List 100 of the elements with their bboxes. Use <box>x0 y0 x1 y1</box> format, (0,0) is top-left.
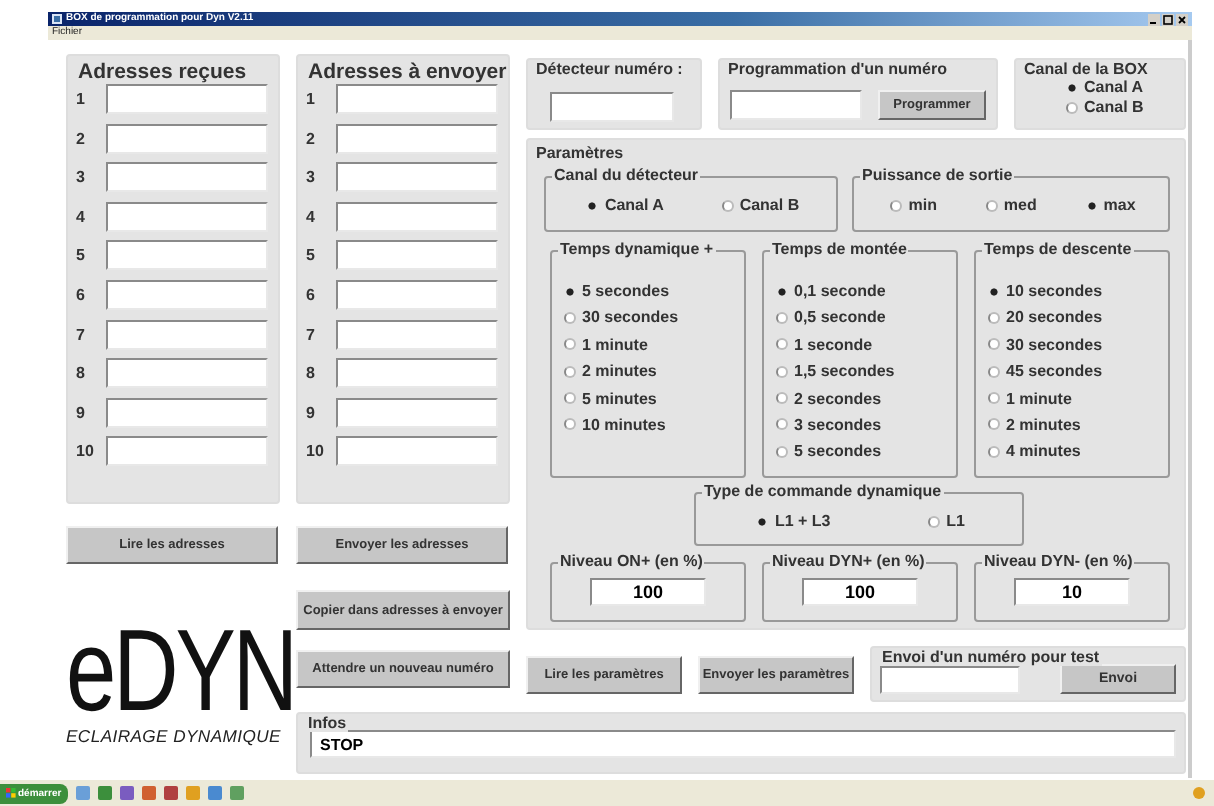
maximize-icon[interactable] <box>1162 13 1174 26</box>
radio-button[interactable] <box>776 365 788 378</box>
row-number: 3 <box>76 168 87 187</box>
input-field[interactable] <box>106 84 268 115</box>
input-field[interactable] <box>106 240 268 271</box>
input-field[interactable] <box>336 123 498 154</box>
row-number: 3 <box>306 168 317 187</box>
group-label: Adresses à envoyer <box>308 62 507 83</box>
radio-button[interactable] <box>985 199 998 211</box>
minimize-icon[interactable] <box>1148 13 1160 26</box>
radio-label: 1 minute <box>582 335 648 354</box>
radio-button[interactable] <box>890 199 903 211</box>
radio-label: min <box>908 196 937 214</box>
radio-button[interactable] <box>776 445 788 458</box>
radio-label: 30 secondes <box>582 308 679 327</box>
input-field[interactable] <box>106 358 268 389</box>
input-field[interactable] <box>550 92 674 122</box>
group-label: Temps de descente <box>984 242 1132 258</box>
radio-button[interactable] <box>564 392 576 405</box>
radio-button[interactable] <box>721 199 734 211</box>
close-icon[interactable] <box>1176 13 1188 26</box>
group-label: Envoi d'un numéro pour test <box>882 650 1100 666</box>
input-field[interactable]: STOP <box>310 730 1176 758</box>
radio-label: Canal B <box>1084 98 1144 116</box>
tray-icon <box>1192 786 1206 800</box>
input-field[interactable] <box>336 436 498 467</box>
radio-button[interactable] <box>988 445 1000 458</box>
row-number: 8 <box>76 364 87 383</box>
radio-label: 0,5 seconde <box>794 308 886 327</box>
radio-button[interactable] <box>564 311 576 324</box>
radio-label: 2 secondes <box>794 389 882 408</box>
group-label: Temps de montée <box>772 242 907 258</box>
radio-button[interactable] <box>928 515 941 527</box>
radio-button[interactable] <box>776 311 788 324</box>
radio-label: med <box>1003 196 1037 214</box>
input-field[interactable] <box>336 84 498 115</box>
radio-label: max <box>1103 196 1136 214</box>
input-field[interactable] <box>336 240 498 271</box>
group-label: Niveau DYN+ (en %) <box>772 554 925 570</box>
radio-button[interactable] <box>564 338 576 351</box>
radio-button[interactable] <box>564 418 576 431</box>
radio-button[interactable] <box>988 365 1000 378</box>
app-icon[interactable] <box>52 14 62 25</box>
input-field[interactable] <box>336 201 498 232</box>
input-field[interactable] <box>336 162 498 193</box>
row-number: 2 <box>306 129 317 148</box>
row-number: 5 <box>306 246 317 265</box>
input-field[interactable]: 100 <box>590 578 706 606</box>
input-field[interactable]: 10 <box>1014 578 1130 606</box>
radio-label: 2 minutes <box>1006 415 1081 434</box>
input-field[interactable] <box>336 397 498 428</box>
input-field[interactable] <box>106 162 268 193</box>
input-field[interactable] <box>106 279 268 310</box>
row-number: 9 <box>76 403 87 422</box>
radio-label: 0,1 seconde <box>794 282 886 300</box>
row-number: 9 <box>306 403 317 422</box>
radio-button[interactable] <box>988 392 1000 405</box>
radio-label: Canal A <box>1084 78 1143 96</box>
input-field[interactable] <box>336 358 498 389</box>
row-number: 4 <box>76 207 87 226</box>
radio-label: 20 secondes <box>1006 308 1103 327</box>
radio-label: 5 secondes <box>582 282 670 300</box>
row-number: 6 <box>306 285 317 304</box>
input-field[interactable] <box>106 397 268 428</box>
radio-button[interactable] <box>988 311 1000 324</box>
radio-label: 10 minutes <box>582 415 666 434</box>
input-field[interactable] <box>106 319 268 350</box>
row-number: 8 <box>306 364 317 383</box>
logo: eDYN <box>66 625 295 718</box>
group-label: Niveau DYN- (en %) <box>984 554 1133 570</box>
group-label: Puissance de sortie <box>862 168 1013 184</box>
input-field[interactable] <box>880 665 1020 693</box>
windows-logo-icon <box>6 788 16 798</box>
row-number: 1 <box>306 90 317 109</box>
input-field[interactable] <box>730 90 862 120</box>
input-field[interactable] <box>106 436 268 467</box>
row-number: 7 <box>76 325 87 344</box>
radio-button[interactable] <box>776 338 788 351</box>
radio-label: 5 minutes <box>582 389 657 408</box>
input-field[interactable]: 100 <box>802 578 918 606</box>
radio-button[interactable] <box>988 418 1000 431</box>
radio-label: 30 secondes <box>1006 335 1103 354</box>
logo-subtitle: ECLAIRAGE DYNAMIQUE <box>66 726 281 746</box>
radio-label: 4 minutes <box>1006 442 1081 461</box>
input-field[interactable] <box>106 123 268 154</box>
radio-button[interactable] <box>776 392 788 405</box>
input-field[interactable] <box>106 201 268 232</box>
group-label: Type de commande dynamique <box>704 484 942 500</box>
radio-button[interactable] <box>988 338 1000 351</box>
input-field[interactable] <box>336 279 498 310</box>
row-number: 4 <box>306 207 317 226</box>
radio-button[interactable] <box>1066 101 1078 113</box>
row-number: 10 <box>76 442 96 461</box>
input-field[interactable] <box>336 319 498 350</box>
radio-label: Canal B <box>739 196 800 214</box>
row-number: 1 <box>76 90 87 109</box>
radio-button[interactable] <box>564 365 576 378</box>
radio-label: Canal A <box>604 196 664 214</box>
radio-button[interactable] <box>776 418 788 431</box>
row-number: 2 <box>76 129 87 148</box>
